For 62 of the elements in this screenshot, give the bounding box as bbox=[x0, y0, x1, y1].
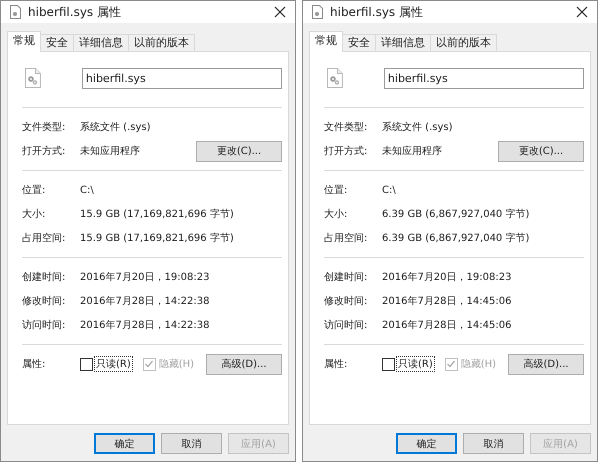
advanced-button[interactable]: 高级(D)... bbox=[206, 354, 282, 374]
window-title: hiberfil.sys 属性 bbox=[330, 4, 424, 20]
close-icon bbox=[576, 6, 588, 18]
tab[interactable]: 以前的版本 bbox=[430, 34, 497, 51]
check-icon bbox=[144, 359, 154, 369]
field-label: 修改时间: bbox=[324, 294, 368, 308]
field-value: 15.9 GB (17,169,821,696 字节) bbox=[80, 208, 235, 221]
file-icon bbox=[311, 5, 324, 19]
checkbox-label[interactable]: 只读(R) bbox=[396, 356, 435, 372]
field-value: C:\ bbox=[80, 184, 95, 196]
field-label: 大小: bbox=[324, 208, 348, 221]
field-value: 2016年7月28日，14:45:06 bbox=[382, 319, 512, 332]
checkbox[interactable] bbox=[382, 358, 395, 370]
field-value: 2016年7月28日，14:22:38 bbox=[80, 295, 210, 308]
field-label: 位置: bbox=[324, 184, 348, 197]
field-label: 打开方式: bbox=[324, 144, 368, 158]
file-icon bbox=[9, 5, 22, 19]
file-icon bbox=[24, 68, 42, 88]
field-value: 未知应用程序 bbox=[80, 144, 141, 158]
advanced-button[interactable]: 高级(D)... bbox=[508, 354, 584, 374]
file-icon bbox=[326, 68, 344, 88]
tab[interactable]: 常规 bbox=[309, 31, 343, 52]
field-label: 文件类型: bbox=[22, 120, 66, 134]
close-icon bbox=[274, 6, 286, 18]
field-label: 位置: bbox=[22, 184, 46, 197]
field-label: 访问时间: bbox=[22, 318, 66, 332]
field-label: 创建时间: bbox=[22, 270, 66, 284]
field-label: 文件类型: bbox=[324, 120, 368, 134]
field-value: 2016年7月28日，14:45:06 bbox=[382, 295, 512, 308]
change-button[interactable]: 更改(C)... bbox=[196, 140, 282, 162]
dialog-button[interactable]: 取消 bbox=[161, 433, 222, 454]
field-value: 未知应用程序 bbox=[382, 144, 443, 158]
window-title: hiberfil.sys 属性 bbox=[28, 4, 122, 20]
field-label: 打开方式: bbox=[22, 144, 66, 158]
field-value: 6.39 GB (6,867,927,040 字节) bbox=[382, 232, 530, 245]
field-value: 2016年7月20日，19:08:23 bbox=[382, 271, 512, 284]
field-label: 创建时间: bbox=[324, 270, 368, 284]
field-value: 系统文件 (.sys) bbox=[382, 120, 454, 134]
field-label: 占用空间: bbox=[22, 232, 66, 245]
dialog-button[interactable]: 确定 bbox=[94, 433, 155, 454]
field-label: 属性: bbox=[324, 358, 348, 371]
file-name-field[interactable]: hiberfil.sys bbox=[82, 68, 282, 88]
tab[interactable]: 以前的版本 bbox=[128, 34, 195, 51]
dialog-button[interactable]: 确定 bbox=[396, 433, 457, 454]
field-label: 大小: bbox=[22, 208, 46, 221]
change-button[interactable]: 更改(C)... bbox=[498, 140, 584, 162]
checkbox-label[interactable]: 只读(R) bbox=[94, 356, 133, 372]
check-icon bbox=[446, 359, 456, 369]
field-label: 占用空间: bbox=[324, 232, 368, 245]
field-value: 6.39 GB (6,867,927,040 字节) bbox=[382, 208, 530, 221]
field-value: C:\ bbox=[382, 184, 397, 196]
checkbox[interactable] bbox=[80, 358, 93, 370]
tab[interactable]: 常规 bbox=[7, 31, 41, 52]
field-label: 访问时间: bbox=[324, 318, 368, 332]
field-label: 属性: bbox=[22, 358, 46, 371]
dialog-button[interactable]: 取消 bbox=[463, 433, 524, 454]
file-name-field[interactable]: hiberfil.sys bbox=[384, 68, 584, 88]
field-value: 系统文件 (.sys) bbox=[80, 120, 152, 134]
field-value: 2016年7月28日，14:22:38 bbox=[80, 319, 210, 332]
field-label: 修改时间: bbox=[22, 294, 66, 308]
field-value: 2016年7月20日，19:08:23 bbox=[80, 271, 210, 284]
field-value: 15.9 GB (17,169,821,696 字节) bbox=[80, 232, 235, 245]
